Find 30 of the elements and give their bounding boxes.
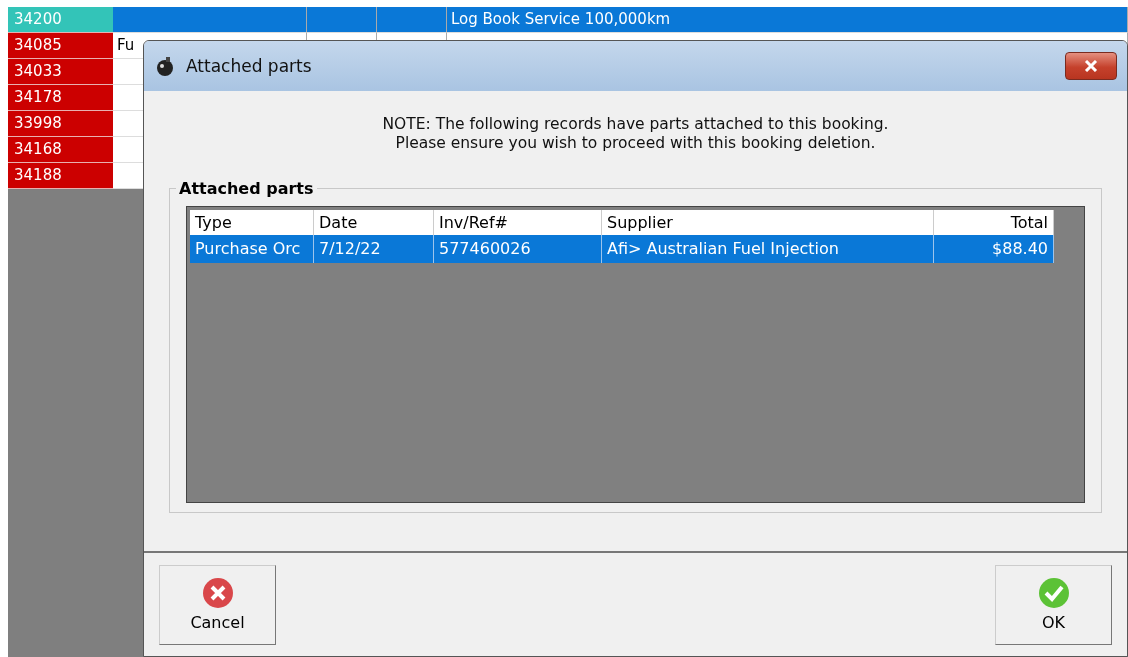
note-text: NOTE: The following records have parts attached to this booking. Please ensure you wish to proceed with this booking deletion. xyxy=(381,115,890,153)
column-header[interactable]: Total xyxy=(934,210,1054,235)
booking-id-cell: 34178 xyxy=(8,85,113,111)
table-cell: Log Book Service 100,000km xyxy=(447,7,1128,33)
bomb-icon xyxy=(154,55,176,77)
window-title: Attached parts xyxy=(186,56,313,76)
booking-id-cell: 34085 xyxy=(8,33,113,59)
table-cell xyxy=(307,7,377,33)
close-button[interactable] xyxy=(1065,52,1117,80)
cancel-button[interactable]: Cancel xyxy=(159,564,276,645)
table-cell[interactable]: Afi> Australian Fuel Injection xyxy=(602,235,934,263)
table-cell[interactable]: 7/12/22 xyxy=(314,235,434,263)
column-header[interactable]: Date xyxy=(314,210,434,235)
table-cell[interactable]: $88.40 xyxy=(934,235,1054,263)
table-cell[interactable]: 577460026 xyxy=(434,235,602,263)
table-cell[interactable]: Purchase Orc xyxy=(190,235,314,263)
booking-id-cell: 33998 xyxy=(8,111,113,137)
column-header[interactable]: Inv/Ref# xyxy=(434,210,602,235)
booking-id-cell: 34168 xyxy=(8,137,113,163)
column-header[interactable]: Type xyxy=(190,210,314,235)
group-title: Attached parts xyxy=(178,179,315,198)
booking-id-cell: 34033 xyxy=(8,59,113,85)
column-header[interactable]: Supplier xyxy=(602,210,934,235)
booking-id-cell: 34188 xyxy=(8,163,113,189)
table-cell xyxy=(377,7,447,33)
close-icon xyxy=(1084,60,1098,72)
ok-button[interactable]: OK xyxy=(995,564,1112,645)
cancel-icon xyxy=(201,577,234,609)
booking-id-cell: 34200 xyxy=(8,7,113,33)
check-icon xyxy=(1037,577,1070,609)
